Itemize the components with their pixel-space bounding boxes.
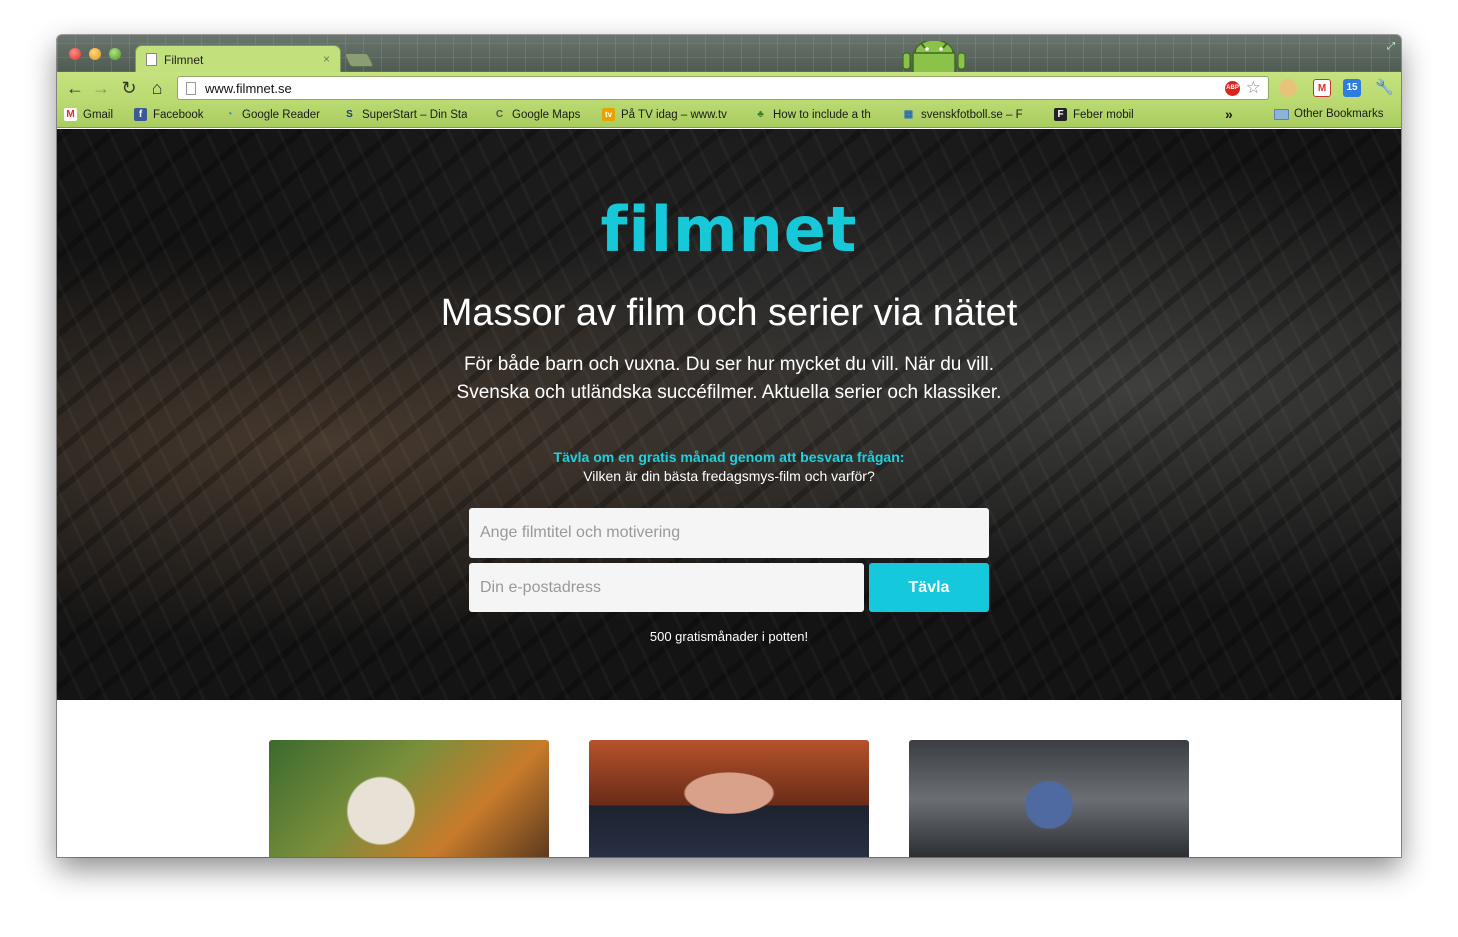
new-tab-button[interactable]: [343, 53, 375, 67]
other-bookmarks-folder[interactable]: Other Bookmarks: [1274, 108, 1383, 120]
bookmark-label: Google Reader: [242, 108, 320, 121]
window-close-button[interactable]: [69, 48, 81, 60]
featured-section: [57, 700, 1401, 857]
bookmark-pa-tv-idag[interactable]: tv På TV idag – www.tv: [602, 108, 727, 121]
bookmarks-overflow-icon[interactable]: »: [1225, 106, 1233, 122]
gmail-notifier-icon[interactable]: M: [1313, 79, 1331, 97]
window-maximize-button[interactable]: [109, 48, 121, 60]
forward-icon[interactable]: →: [91, 78, 111, 98]
folder-icon: [1274, 108, 1289, 120]
page-icon: [186, 81, 196, 95]
page-icon: [146, 53, 157, 66]
bookmark-label: På TV idag – www.tv: [621, 108, 727, 121]
contest-title: Tävla om en gratis månad genom att besva…: [553, 449, 905, 465]
tab-close-icon[interactable]: ×: [323, 52, 330, 66]
adblock-icon[interactable]: ABP: [1225, 81, 1240, 96]
google-maps-icon: C: [495, 109, 504, 120]
filmnet-logo[interactable]: filmnet: [57, 193, 1401, 266]
svenskfotboll-icon: ▦: [903, 109, 914, 120]
home-icon[interactable]: ⌂: [147, 78, 167, 98]
tree-icon: ♣: [757, 109, 764, 120]
bookmark-superstart[interactable]: S SuperStart – Din Sta: [343, 108, 467, 121]
back-icon[interactable]: ←: [65, 78, 85, 98]
window-minimize-button[interactable]: [89, 48, 101, 60]
hero-section: filmnet Massor av film och serier via nä…: [57, 129, 1401, 700]
gmail-icon: M: [64, 108, 77, 121]
hero-subline-1: För både barn och vuxna. Du ser hur myck…: [463, 354, 995, 375]
bookmark-label: Google Maps: [512, 108, 581, 121]
bookmark-facebook[interactable]: f Facebook: [134, 108, 204, 121]
facebook-icon: f: [134, 108, 147, 121]
email-input[interactable]: [469, 563, 864, 612]
bookmark-label: Other Bookmarks: [1294, 108, 1384, 120]
bookmark-label: Gmail: [83, 108, 114, 121]
bookmark-feber-mobil[interactable]: F Feber mobil: [1054, 108, 1134, 121]
tv-icon: tv: [602, 108, 615, 121]
featured-thumbnail-captain-america[interactable]: [909, 740, 1189, 857]
feber-icon: F: [1054, 108, 1067, 121]
submit-button[interactable]: Tävla: [869, 563, 989, 612]
bookmark-label: Facebook: [153, 108, 204, 121]
bookmark-label: svenskfotboll.se – F: [921, 108, 1023, 121]
bookmark-label: How to include a th: [773, 108, 871, 121]
browser-window: Filmnet × ⤢ ← → ↻ ⌂ www.filmnet.se ABP ☆…: [57, 35, 1401, 857]
pot-text: 500 gratismånader i potten!: [649, 629, 809, 644]
movie-title-input[interactable]: [469, 508, 989, 558]
featured-thumbnail-kung-fu-panda[interactable]: [269, 740, 549, 857]
calendar-icon[interactable]: 15: [1343, 79, 1361, 97]
address-bar[interactable]: www.filmnet.se ABP ☆: [177, 76, 1269, 100]
bookmark-google-reader[interactable]: ◔ Google Reader: [223, 108, 320, 121]
toolbar: ← → ↻ ⌂ www.filmnet.se ABP ☆ M 15 🔧: [57, 72, 1401, 104]
page-headline: Massor av film och serier via nätet: [440, 292, 1018, 334]
featured-thumbnail-newsroom[interactable]: [589, 740, 869, 857]
reload-icon[interactable]: ↻: [119, 78, 139, 98]
bookmark-how-to-include[interactable]: ♣ How to include a th: [754, 108, 871, 121]
extension-face-icon[interactable]: [1279, 79, 1297, 97]
fullscreen-icon[interactable]: ⤢: [1387, 41, 1395, 52]
tab-title: Filmnet: [164, 52, 204, 67]
wrench-icon[interactable]: 🔧: [1375, 79, 1394, 97]
bookmark-google-maps[interactable]: C Google Maps: [493, 108, 581, 121]
bookmark-gmail[interactable]: M Gmail: [64, 108, 113, 121]
contest-question: Vilken är din bästa fredagsmys-film och …: [583, 468, 875, 484]
bookmark-label: SuperStart – Din Sta: [362, 108, 468, 121]
url-text: www.filmnet.se: [205, 80, 292, 96]
google-reader-icon: ◔: [226, 109, 233, 120]
bookmark-label: Feber mobil: [1073, 108, 1134, 121]
bookmark-star-icon[interactable]: ☆: [1246, 78, 1261, 98]
tab-strip: Filmnet × ⤢: [57, 35, 1401, 73]
hero-subline-2: Svenska och utländska succéfilmer. Aktue…: [456, 382, 1002, 403]
android-icon: [902, 41, 966, 73]
tab-filmnet[interactable]: Filmnet ×: [135, 45, 341, 73]
superstart-icon: S: [346, 109, 353, 120]
bookmarks-bar: M Gmail f Facebook ◔ Google Reader S Sup…: [57, 104, 1401, 128]
bookmark-svenskfotboll[interactable]: ▦ svenskfotboll.se – F: [902, 108, 1023, 121]
